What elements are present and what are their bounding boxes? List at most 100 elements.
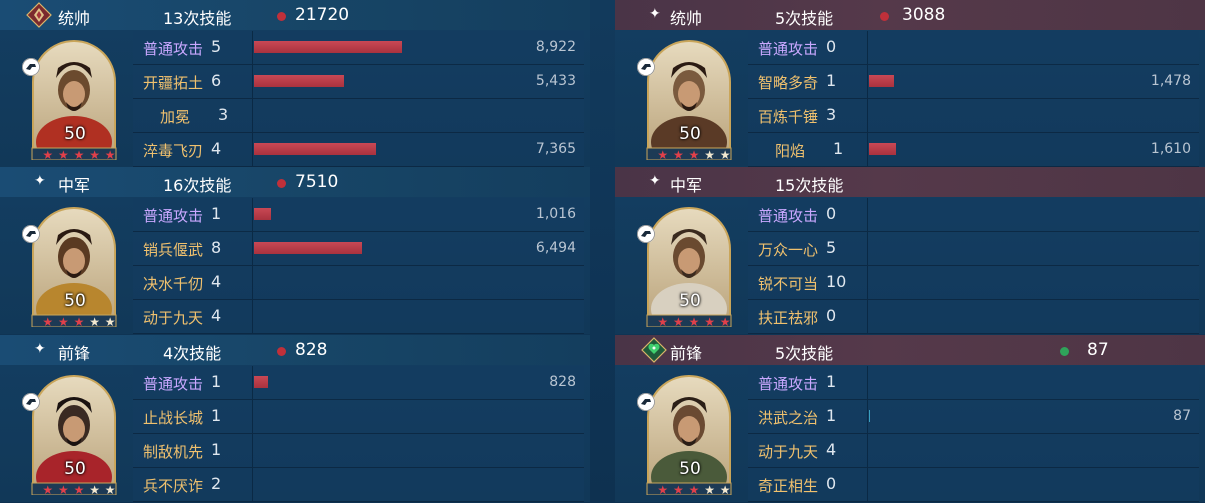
skill-row[interactable]: 普通攻击 5 8,922 xyxy=(133,30,584,65)
skill-row[interactable]: 普通攻击 1 1,016 xyxy=(133,197,584,232)
bar-divider xyxy=(867,265,868,299)
star-icon: ★ xyxy=(704,147,715,162)
bar-divider xyxy=(867,433,868,467)
skill-trigger-count: 4 xyxy=(211,138,222,158)
star-rating: ★ ★ ★ ★ ★ xyxy=(655,482,733,497)
right-vanguard-panel: 前锋 5次技能 87 50 ★ ★ ★ ★ ★ 普通攻击 1 洪武之治 1 87 动于九天 4 奇正相生 0 xyxy=(615,335,1205,502)
star-icon: ★ xyxy=(704,482,715,497)
skill-row[interactable]: 加冕 3 xyxy=(133,98,584,133)
star-icon: ★ xyxy=(688,314,700,329)
skill-row[interactable]: 扶正祛邪 0 xyxy=(748,299,1199,334)
role-label: 中军 xyxy=(670,176,703,195)
skill-row[interactable]: 普通攻击 1 828 xyxy=(133,365,584,400)
skill-row[interactable]: 智略多奇 1 1,478 xyxy=(748,64,1199,99)
total-damage: 87 xyxy=(1087,340,1109,360)
skill-trigger-count: 10 xyxy=(826,271,847,291)
skill-row[interactable]: 动于九天 4 xyxy=(748,433,1199,468)
skill-name: 开疆拓土 xyxy=(143,73,204,92)
bar-divider xyxy=(252,433,253,467)
bar-divider xyxy=(252,231,253,265)
role-label: 中军 xyxy=(58,176,91,195)
skill-trigger-count: 1 xyxy=(826,70,837,90)
panel-body: 50 ★ ★ ★ ★ ★ 普通攻击 0 万众一心 5 锐不可当 10 扶正祛邪 0 xyxy=(615,197,1205,334)
skill-row[interactable]: 阳焰 1 1,610 xyxy=(748,132,1199,167)
skill-trigger-count: 5 xyxy=(826,237,837,257)
skill-trigger-count: 1 xyxy=(211,203,222,223)
star-icon: ★ xyxy=(42,314,54,329)
bar-divider xyxy=(252,132,253,166)
skill-trigger-count: 0 xyxy=(826,473,837,493)
total-damage: 3088 xyxy=(902,5,946,25)
star-icon: ★ xyxy=(657,314,669,329)
bar-divider xyxy=(867,197,868,231)
star-icon: ★ xyxy=(73,482,85,497)
bar-divider xyxy=(867,98,868,132)
star-icon: ★ xyxy=(73,147,85,162)
skill-row[interactable]: 制敌机先 1 xyxy=(133,433,584,468)
panel-header: 统帅 13次技能 21720 xyxy=(0,0,590,30)
skill-name: 销兵偃武 xyxy=(143,240,204,259)
skill-name: 奇正相生 xyxy=(758,476,819,495)
star-icon: ★ xyxy=(719,482,731,497)
skill-damage: 1,610 xyxy=(1150,140,1191,157)
skill-row[interactable]: 动于九天 4 xyxy=(133,299,584,334)
skill-name: 普通攻击 xyxy=(143,206,204,225)
damage-bar xyxy=(254,40,402,53)
star-icon: ★ xyxy=(688,482,700,497)
skill-name: 普通攻击 xyxy=(758,206,819,225)
skill-row[interactable]: 洪武之治 1 87 xyxy=(748,399,1199,434)
skill-trigger-count: 0 xyxy=(826,36,837,56)
skill-name: 智略多奇 xyxy=(758,73,819,92)
skill-row[interactable]: 开疆拓土 6 5,433 xyxy=(133,64,584,99)
bar-divider xyxy=(867,231,868,265)
unit-type-icon xyxy=(22,58,40,76)
skill-row[interactable]: 止战长城 1 xyxy=(133,399,584,434)
star-icon: ★ xyxy=(73,314,85,329)
skill-trigger-count: 3 xyxy=(826,104,837,124)
skill-list: 普通攻击 1 828 止战长城 1 制敌机先 1 兵不厌诈 2 xyxy=(133,365,590,502)
star-icon: ★ xyxy=(673,147,684,162)
skill-row[interactable]: 兵不厌诈 2 xyxy=(133,467,584,502)
skill-row[interactable]: 百炼千锤 3 xyxy=(748,98,1199,133)
bar-divider xyxy=(252,399,253,433)
skill-damage: 6,494 xyxy=(535,239,576,256)
skill-row[interactable]: 普通攻击 1 xyxy=(748,365,1199,400)
unit-type-icon xyxy=(637,58,655,76)
star-icon: ★ xyxy=(704,314,715,329)
panel-header: 前锋 5次技能 87 xyxy=(615,335,1205,365)
panel-header: ✦ 中军 16次技能 7510 xyxy=(0,167,590,197)
bar-divider xyxy=(252,98,253,132)
skill-row[interactable]: 普通攻击 0 xyxy=(748,197,1199,232)
skill-damage: 7,365 xyxy=(535,140,576,157)
right-middle-panel: ✦ 中军 15次技能 50 ★ ★ ★ ★ ★ 普通攻击 0 万众一心 5 锐不可当 10 扶正祛邪 0 xyxy=(615,167,1205,334)
unit-type-icon xyxy=(22,393,40,411)
hero-level: 50 xyxy=(679,291,701,311)
skill-list: 普通攻击 1 1,016 销兵偃武 8 6,494 决水千仞 4 动于九天 4 xyxy=(133,197,590,334)
skill-name: 普通攻击 xyxy=(143,374,204,393)
star-rating: ★ ★ ★ ★ ★ xyxy=(40,314,118,329)
skill-row[interactable]: 销兵偃武 8 6,494 xyxy=(133,231,584,266)
skill-row[interactable]: 普通攻击 0 xyxy=(748,30,1199,65)
skill-row[interactable]: 锐不可当 10 xyxy=(748,265,1199,300)
damage-dot-icon xyxy=(1060,347,1069,356)
skill-name: 普通攻击 xyxy=(758,374,819,393)
skill-row[interactable]: 奇正相生 0 xyxy=(748,467,1199,502)
left-middle-panel: ✦ 中军 16次技能 7510 50 ★ ★ ★ ★ ★ 普通攻击 1 1,016 销兵偃武 8 6,494 决… xyxy=(0,167,590,334)
skill-name: 洪武之治 xyxy=(758,408,819,427)
panel-body: 50 ★ ★ ★ ★ ★ 普通攻击 5 8,922 开疆拓土 6 5,433 加冕 3 淬毒飞刃 4 7,365 xyxy=(0,30,590,167)
skill-row[interactable]: 万众一心 5 xyxy=(748,231,1199,266)
panel-body: 50 ★ ★ ★ ★ ★ 普通攻击 1 828 止战长城 1 制敌机先 1 兵不厌诈 2 xyxy=(0,365,590,502)
skill-list: 普通攻击 1 洪武之治 1 87 动于九天 4 奇正相生 0 xyxy=(748,365,1205,502)
skill-row[interactable]: 淬毒飞刃 4 7,365 xyxy=(133,132,584,167)
left-vanguard-panel: ✦ 前锋 4次技能 828 50 ★ ★ ★ ★ ★ 普通攻击 1 828 止战长城 1 制敌机先 1 兵不厌诈 2 xyxy=(0,335,590,502)
skill-trigger-count: 8 xyxy=(211,237,222,257)
hero-level: 50 xyxy=(679,459,701,479)
bar-divider xyxy=(252,467,253,501)
skill-trigger-count: 3 xyxy=(218,104,229,124)
skill-row[interactable]: 决水千仞 4 xyxy=(133,265,584,300)
bar-divider xyxy=(867,467,868,501)
skill-count: 5次技能 xyxy=(775,344,834,363)
star-icon: ★ xyxy=(673,314,684,329)
bar-divider xyxy=(252,30,253,64)
damage-bar xyxy=(254,74,344,87)
